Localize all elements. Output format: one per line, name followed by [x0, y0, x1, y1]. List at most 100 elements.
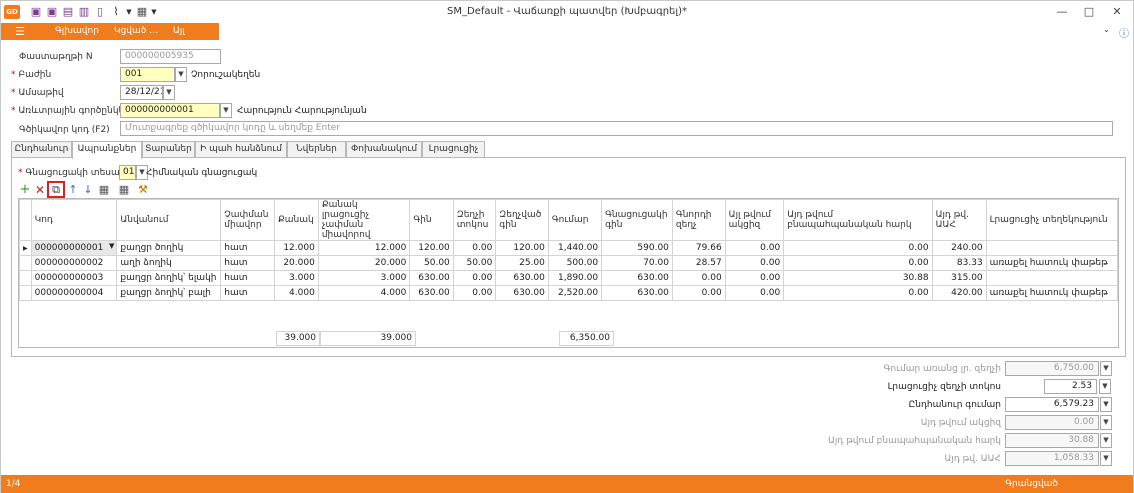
cell-eco-tax[interactable]: 30.88	[783, 270, 933, 286]
cell-buyer-discount[interactable]: 79.66	[671, 240, 726, 256]
col-code[interactable]: Կոդ	[30, 199, 118, 241]
cell-code[interactable]: 000000000003	[30, 270, 118, 286]
cell-price[interactable]: 50.00	[409, 255, 454, 271]
cell-discounted-price[interactable]: 630.00	[495, 285, 549, 301]
cell-vat[interactable]: 83.33	[931, 255, 987, 271]
date-field[interactable]: 28/12/21	[120, 85, 163, 100]
grid-layout-icon[interactable]: ▦	[117, 183, 131, 197]
table-row[interactable]: 000000000004 քաղցր ձողիկ՝ բալի հատ 4.000…	[19, 285, 1119, 301]
cell-name[interactable]: քաղցր ձողիկ՝ բալի	[116, 285, 222, 301]
table-row[interactable]: 000000000003 քաղցր ձողիկ՝ ելակի հատ 3.00…	[19, 270, 1119, 286]
partner-dropdown-icon[interactable]: ▼	[220, 103, 232, 118]
cell-note[interactable]: առաքել հատուկ փաթեթ	[985, 285, 1119, 301]
partner-field[interactable]: 000000000001	[120, 103, 220, 118]
col-vat[interactable]: Այդ թվ. ԱԱՀ	[931, 199, 987, 241]
col-unit[interactable]: Չափման միավոր	[220, 199, 275, 241]
division-dropdown-icon[interactable]: ▼	[175, 67, 187, 82]
col-discounted-price[interactable]: Զեղչված գին	[495, 199, 549, 241]
cell-excise[interactable]: 0.00	[724, 255, 785, 271]
col-excise[interactable]: Այլ թվում ակցիզ	[724, 199, 785, 241]
cell-unit[interactable]: հատ	[220, 270, 275, 286]
cell-amount[interactable]: 500.00	[547, 255, 603, 271]
cell-code[interactable]: 000000000001 ▼	[30, 240, 118, 256]
minimize-icon[interactable]: —	[1050, 3, 1074, 21]
total-amount-field[interactable]: 6,579.23	[1005, 397, 1099, 412]
vat-total-dropdown-icon[interactable]: ▼	[1100, 451, 1112, 466]
date-picker-icon[interactable]: ▼	[163, 85, 175, 100]
col-list-price[interactable]: Գնացուցակի գին	[601, 199, 673, 241]
add-row-icon[interactable]: +	[18, 183, 32, 197]
cell-unit[interactable]: հատ	[220, 240, 275, 256]
cell-qty[interactable]: 20.000	[273, 255, 319, 271]
cell-discounted-price[interactable]: 25.00	[495, 255, 549, 271]
cell-qty-extra[interactable]: 3.000	[317, 270, 411, 286]
cell-vat[interactable]: 240.00	[931, 240, 987, 256]
delete-row-icon[interactable]: ✕	[33, 183, 47, 197]
cell-qty[interactable]: 4.000	[273, 285, 319, 301]
cell-note[interactable]: առաքել հատուկ փաթեթ	[985, 255, 1119, 271]
col-buyer-discount[interactable]: Գնորդի զեղչ	[671, 199, 726, 241]
cell-discounted-price[interactable]: 630.00	[495, 270, 549, 286]
table-row[interactable]: ▶ 000000000001 ▼ քաղցր ծողիկ հատ 12.000 1…	[19, 240, 1119, 256]
grid-columns-icon[interactable]: ▦	[97, 183, 111, 197]
cell-amount[interactable]: 1,440.00	[547, 240, 603, 256]
cell-name[interactable]: քաղցր ձողիկ՝ ելակի	[116, 270, 222, 286]
division-field[interactable]: 001	[120, 67, 175, 82]
cell-qty-extra[interactable]: 20.000	[317, 255, 411, 271]
tab-gifts[interactable]: Նվերներ	[287, 141, 346, 158]
cell-note[interactable]	[985, 240, 1119, 256]
cell-list-price[interactable]: 590.00	[601, 240, 673, 256]
menu-item-attached[interactable]: Կցված ...	[114, 26, 158, 36]
cell-discounted-price[interactable]: 120.00	[495, 240, 549, 256]
tab-containers[interactable]: Տարաներ	[142, 141, 195, 158]
cell-amount[interactable]: 2,520.00	[547, 285, 603, 301]
cell-unit[interactable]: հատ	[220, 255, 275, 271]
cell-list-price[interactable]: 70.00	[601, 255, 673, 271]
tab-deposit[interactable]: Ի պահ հանձնում	[195, 141, 287, 158]
cell-eco-tax[interactable]: 0.00	[783, 240, 933, 256]
cell-qty[interactable]: 3.000	[273, 270, 319, 286]
cell-excise[interactable]: 0.00	[724, 240, 785, 256]
cell-qty-extra[interactable]: 4.000	[317, 285, 411, 301]
cell-discount-pct[interactable]: 50.00	[452, 255, 497, 271]
app-menu-icon[interactable]: ☰	[1, 23, 39, 40]
cell-code[interactable]: 000000000002	[30, 255, 118, 271]
cell-discount-pct[interactable]: 0.00	[452, 285, 497, 301]
cell-list-price[interactable]: 630.00	[601, 285, 673, 301]
col-note[interactable]: Լրացուցիչ տեղեկություն	[985, 199, 1119, 241]
cell-note[interactable]	[985, 270, 1119, 286]
cell-price[interactable]: 630.00	[409, 270, 454, 286]
cell-discount-pct[interactable]: 0.00	[452, 270, 497, 286]
col-eco-tax[interactable]: Այդ թվում բնապահպանական հարկ	[783, 199, 933, 241]
cell-excise[interactable]: 0.00	[724, 270, 785, 286]
cell-buyer-discount[interactable]: 0.00	[671, 270, 726, 286]
wand-icon[interactable]: ⚒	[136, 183, 150, 197]
help-icon[interactable]: ⓘ	[1119, 25, 1129, 40]
close-icon[interactable]: ✕	[1105, 3, 1129, 21]
cell-name[interactable]: քաղցր ծողիկ	[116, 240, 222, 256]
col-qty-extra[interactable]: Քանակ լրացուցիչ չափման միավորով	[317, 199, 411, 241]
cell-buyer-discount[interactable]: 0.00	[671, 285, 726, 301]
cell-qty[interactable]: 12.000	[273, 240, 319, 256]
copy-row-icon[interactable]: ⧉	[47, 181, 65, 198]
menu-item-other[interactable]: Այլ	[173, 26, 185, 36]
tab-products[interactable]: Ապրանքներ	[72, 141, 142, 159]
col-name[interactable]: Անվանում	[116, 199, 222, 241]
cell-price[interactable]: 630.00	[409, 285, 454, 301]
cell-excise[interactable]: 0.00	[724, 285, 785, 301]
cell-unit[interactable]: հատ	[220, 285, 275, 301]
move-down-icon[interactable]: ↓	[81, 183, 95, 197]
cell-vat[interactable]: 420.00	[931, 285, 987, 301]
cell-name[interactable]: աղի ձողիկ	[116, 255, 222, 271]
cell-discount-pct[interactable]: 0.00	[452, 240, 497, 256]
tab-additional[interactable]: Լրացուցիչ	[422, 141, 485, 158]
price-type-field[interactable]: 01	[119, 165, 136, 180]
code-dropdown-icon[interactable]: ▼	[109, 242, 114, 250]
excise-total-dropdown-icon[interactable]: ▼	[1100, 415, 1112, 430]
cell-buyer-discount[interactable]: 28.57	[671, 255, 726, 271]
sum-no-discount-dropdown-icon[interactable]: ▼	[1100, 361, 1112, 376]
cell-eco-tax[interactable]: 0.00	[783, 285, 933, 301]
tab-exchange[interactable]: Փոխանակում	[346, 141, 422, 158]
maximize-icon[interactable]: □	[1077, 3, 1101, 21]
total-amount-dropdown-icon[interactable]: ▼	[1100, 397, 1112, 412]
